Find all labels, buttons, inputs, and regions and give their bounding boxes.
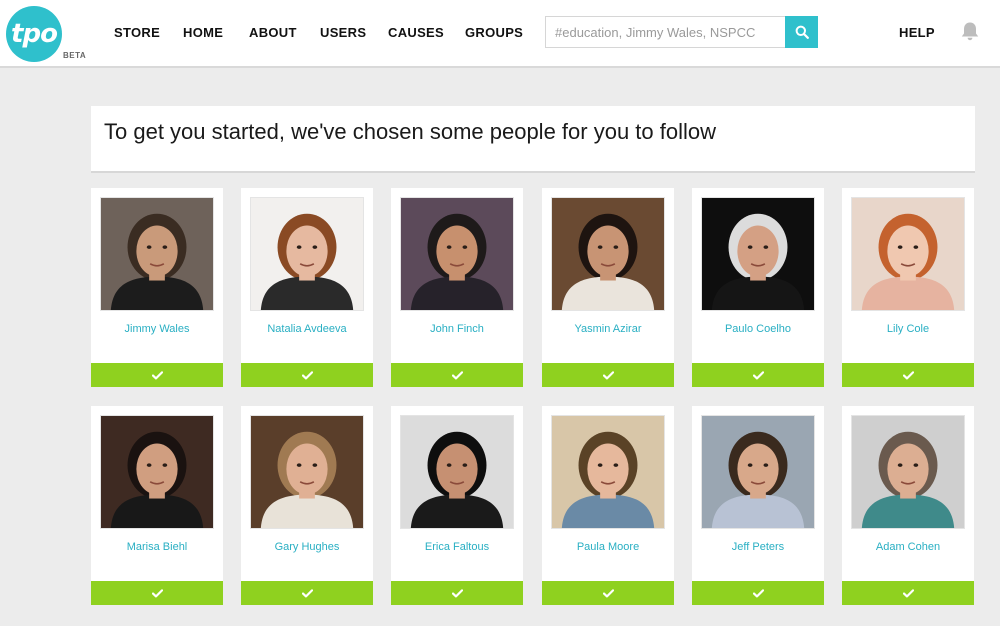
- person-photo[interactable]: [551, 415, 665, 529]
- person-name-link[interactable]: Erica Faltous: [391, 541, 523, 553]
- person-card: Paulo Coelho: [692, 188, 824, 387]
- follow-button[interactable]: [391, 581, 523, 605]
- checkmark-icon: [902, 370, 914, 379]
- person-photo[interactable]: [851, 415, 965, 529]
- avatar-portrait: [702, 416, 814, 528]
- beta-label: BETA: [63, 51, 87, 60]
- nav-groups[interactable]: GROUPS: [465, 25, 523, 40]
- avatar-portrait: [101, 416, 213, 528]
- person-name-link[interactable]: Jimmy Wales: [91, 323, 223, 335]
- person-name-link[interactable]: John Finch: [391, 323, 523, 335]
- search-icon: [795, 25, 809, 39]
- person-photo[interactable]: [551, 197, 665, 311]
- search-button[interactable]: [785, 16, 818, 48]
- person-name-link[interactable]: Paula Moore: [542, 541, 674, 553]
- avatar-portrait: [251, 198, 363, 310]
- follow-button[interactable]: [542, 363, 674, 387]
- person-card: John Finch: [391, 188, 523, 387]
- avatar-portrait: [552, 416, 664, 528]
- follow-button[interactable]: [241, 581, 373, 605]
- avatar-portrait: [852, 416, 964, 528]
- person-photo[interactable]: [100, 415, 214, 529]
- checkmark-icon: [451, 370, 463, 379]
- follow-button[interactable]: [241, 363, 373, 387]
- person-name-link[interactable]: Adam Cohen: [842, 541, 974, 553]
- person-photo[interactable]: [250, 415, 364, 529]
- person-photo[interactable]: [701, 415, 815, 529]
- avatar-portrait: [101, 198, 213, 310]
- follow-button[interactable]: [391, 363, 523, 387]
- search-input[interactable]: [545, 16, 786, 48]
- follow-button[interactable]: [542, 581, 674, 605]
- avatar-portrait: [251, 416, 363, 528]
- follow-button[interactable]: [692, 581, 824, 605]
- follow-button[interactable]: [91, 363, 223, 387]
- nav-users[interactable]: USERS: [320, 25, 366, 40]
- checkmark-icon: [902, 588, 914, 597]
- person-card: Natalia Avdeeva: [241, 188, 373, 387]
- nav-store[interactable]: STORE: [114, 25, 160, 40]
- person-name-link[interactable]: Yasmin Azirar: [542, 323, 674, 335]
- checkmark-icon: [301, 588, 313, 597]
- checkmark-icon: [151, 588, 163, 597]
- person-photo[interactable]: [851, 197, 965, 311]
- person-photo[interactable]: [400, 415, 514, 529]
- person-photo[interactable]: [100, 197, 214, 311]
- person-card: Erica Faltous: [391, 406, 523, 605]
- person-name-link[interactable]: Gary Hughes: [241, 541, 373, 553]
- person-name-link[interactable]: Jeff Peters: [692, 541, 824, 553]
- checkmark-icon: [301, 370, 313, 379]
- suggestions-banner: To get you started, we've chosen some pe…: [91, 106, 975, 173]
- person-photo[interactable]: [250, 197, 364, 311]
- top-navbar: tpo BETA STORE HOME ABOUT USERS CAUSES G…: [0, 0, 1000, 68]
- person-card: Adam Cohen: [842, 406, 974, 605]
- avatar-portrait: [702, 198, 814, 310]
- avatar-portrait: [401, 198, 513, 310]
- person-card: Paula Moore: [542, 406, 674, 605]
- tpo-logo[interactable]: tpo: [6, 6, 62, 62]
- avatar-portrait: [852, 198, 964, 310]
- notifications-button[interactable]: [959, 20, 981, 42]
- person-name-link[interactable]: Natalia Avdeeva: [241, 323, 373, 335]
- avatar-portrait: [401, 416, 513, 528]
- nav-causes[interactable]: CAUSES: [388, 25, 444, 40]
- person-card: Jimmy Wales: [91, 188, 223, 387]
- person-name-link[interactable]: Lily Cole: [842, 323, 974, 335]
- person-card: Marisa Biehl: [91, 406, 223, 605]
- nav-home[interactable]: HOME: [183, 25, 223, 40]
- checkmark-icon: [602, 588, 614, 597]
- person-photo[interactable]: [400, 197, 514, 311]
- follow-button[interactable]: [91, 581, 223, 605]
- checkmark-icon: [602, 370, 614, 379]
- avatar-portrait: [552, 198, 664, 310]
- follow-button[interactable]: [842, 581, 974, 605]
- bell-icon: [961, 22, 979, 41]
- follow-button[interactable]: [842, 363, 974, 387]
- help-link[interactable]: HELP: [899, 25, 935, 40]
- nav-about[interactable]: ABOUT: [249, 25, 297, 40]
- person-name-link[interactable]: Paulo Coelho: [692, 323, 824, 335]
- person-card: Gary Hughes: [241, 406, 373, 605]
- follow-button[interactable]: [692, 363, 824, 387]
- person-name-link[interactable]: Marisa Biehl: [91, 541, 223, 553]
- person-card: Lily Cole: [842, 188, 974, 387]
- banner-title: To get you started, we've chosen some pe…: [104, 119, 716, 144]
- checkmark-icon: [151, 370, 163, 379]
- checkmark-icon: [451, 588, 463, 597]
- checkmark-icon: [752, 588, 764, 597]
- person-photo[interactable]: [701, 197, 815, 311]
- checkmark-icon: [752, 370, 764, 379]
- person-card: Yasmin Azirar: [542, 188, 674, 387]
- person-card: Jeff Peters: [692, 406, 824, 605]
